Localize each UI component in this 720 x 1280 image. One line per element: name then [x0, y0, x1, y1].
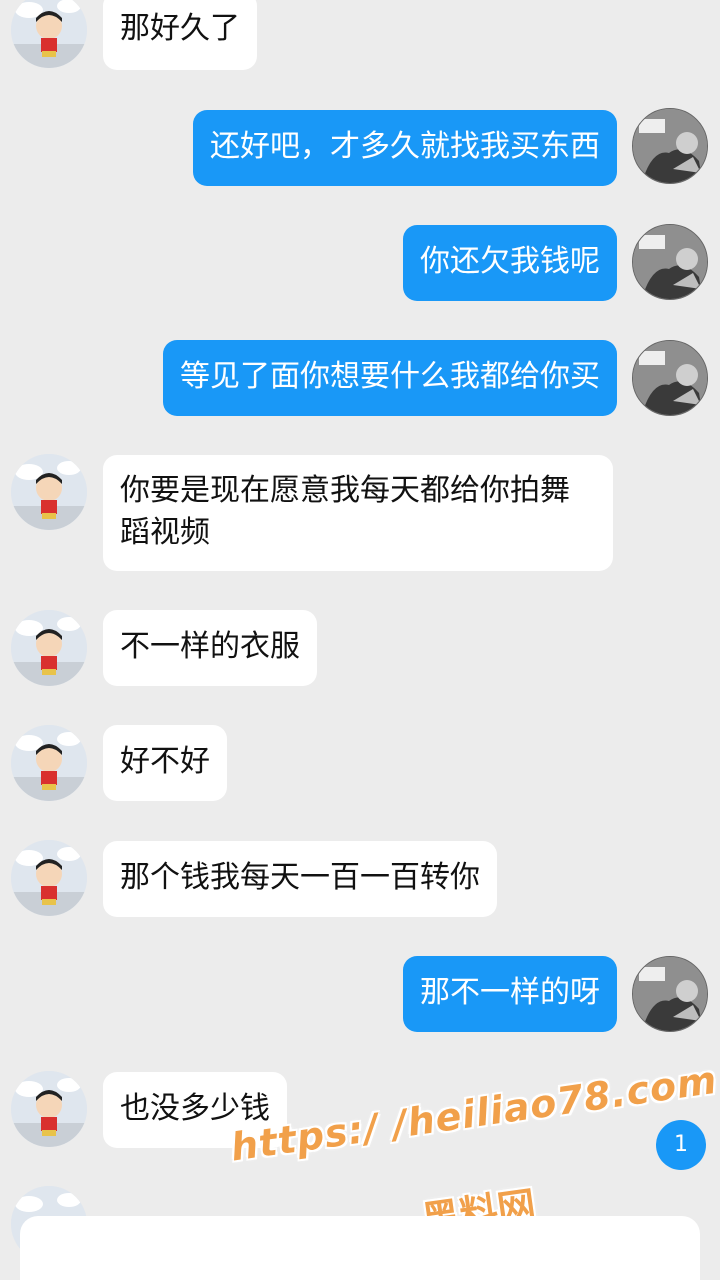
message-text: 你还欠我钱呢 — [420, 244, 600, 279]
message-bubble-incoming[interactable]: 那好久了 — [103, 0, 257, 70]
message-input-area[interactable] — [20, 1216, 700, 1280]
contact-avatar[interactable] — [11, 725, 87, 801]
contact-avatar[interactable] — [11, 610, 87, 686]
cartoon-avatar-icon — [11, 454, 87, 530]
unread-count: 1 — [674, 1132, 688, 1157]
user-avatar[interactable] — [632, 108, 708, 184]
message-text: 好不好 — [120, 744, 210, 779]
message-bubble-outgoing[interactable]: 等见了面你想要什么我都给你买 — [163, 340, 617, 416]
contact-avatar[interactable] — [11, 0, 87, 68]
user-avatar[interactable] — [632, 224, 708, 300]
message-bubble-incoming[interactable]: 不一样的衣服 — [103, 610, 317, 686]
message-text: 不一样的衣服 — [120, 629, 300, 664]
user-avatar[interactable] — [632, 956, 708, 1032]
message-bubble-incoming[interactable]: 那个钱我每天一百一百转你 — [103, 841, 497, 917]
contact-avatar[interactable] — [11, 1071, 87, 1147]
manga-avatar-icon — [633, 957, 707, 1031]
manga-avatar-icon — [633, 341, 707, 415]
user-avatar[interactable] — [632, 340, 708, 416]
contact-avatar[interactable] — [11, 840, 87, 916]
message-text: 那好久了 — [120, 11, 240, 46]
message-bubble-outgoing[interactable]: 你还欠我钱呢 — [403, 225, 617, 301]
cartoon-avatar-icon — [11, 610, 87, 686]
message-bubble-outgoing[interactable]: 那不一样的呀 — [403, 956, 617, 1032]
message-text: 等见了面你想要什么我都给你买 — [180, 359, 600, 394]
manga-avatar-icon — [633, 109, 707, 183]
message-bubble-incoming[interactable]: 你要是现在愿意我每天都给你拍舞蹈视频 — [103, 455, 613, 571]
cartoon-avatar-icon — [11, 0, 87, 68]
message-text: 还好吧，才多久就找我买东西 — [210, 129, 600, 164]
message-text: 你要是现在愿意我每天都给你拍舞蹈视频 — [120, 473, 570, 550]
message-bubble-incoming[interactable]: 好不好 — [103, 725, 227, 801]
manga-avatar-icon — [633, 225, 707, 299]
message-bubble-outgoing[interactable]: 还好吧，才多久就找我买东西 — [193, 110, 617, 186]
cartoon-avatar-icon — [11, 725, 87, 801]
cartoon-avatar-icon — [11, 840, 87, 916]
message-text: 那个钱我每天一百一百转你 — [120, 860, 480, 895]
watermark-url: https:/ /heiliao78.com — [228, 1057, 720, 1170]
contact-avatar[interactable] — [11, 454, 87, 530]
message-text: 那不一样的呀 — [420, 975, 600, 1010]
cartoon-avatar-icon — [11, 1071, 87, 1147]
message-text: 也没多少钱 — [120, 1091, 270, 1126]
unread-count-badge[interactable]: 1 — [656, 1120, 706, 1170]
